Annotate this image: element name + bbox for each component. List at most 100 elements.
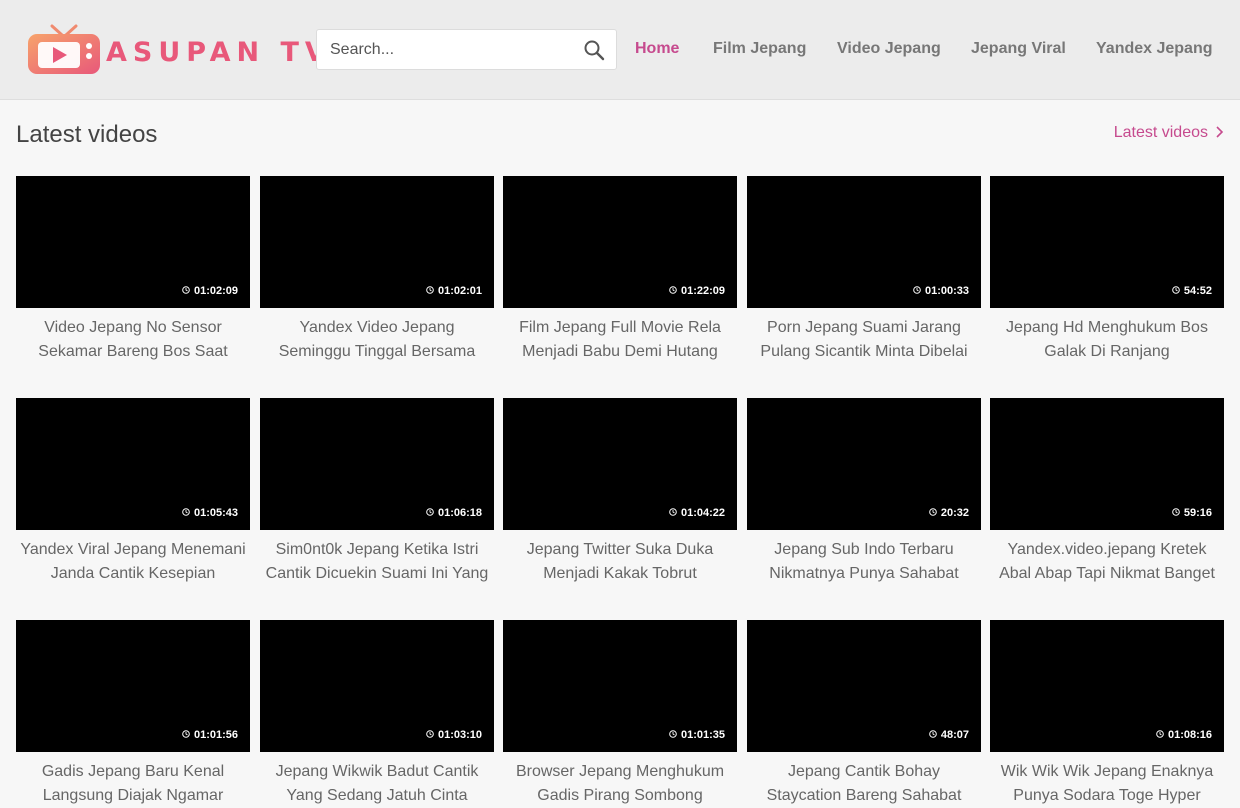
tv-play-icon: [26, 24, 102, 76]
video-title[interactable]: Jepang Cantik Bohay Staycation Bareng Sa…: [747, 760, 981, 808]
clock-icon: [1172, 286, 1180, 296]
duration-text: 54:52: [1183, 285, 1212, 297]
duration-badge: 01:04:22: [669, 507, 725, 519]
clock-icon: [669, 730, 677, 740]
latest-videos-link[interactable]: Latest videos: [1114, 124, 1224, 142]
clock-icon: [182, 730, 190, 740]
duration-text: 59:16: [1183, 507, 1212, 519]
video-title[interactable]: Yandex.video.jepang Kretek Abal Abap Tap…: [990, 538, 1224, 586]
video-thumbnail[interactable]: 59:16: [990, 398, 1224, 530]
video-thumbnail[interactable]: 01:04:22: [503, 398, 737, 530]
video-card[interactable]: 01:01:56 Gadis Jepang Baru Kenal Langsung…: [16, 620, 250, 808]
video-title[interactable]: Gadis Jepang Baru Kenal Langsung Diajak …: [16, 760, 250, 808]
duration-text: 01:01:35: [680, 729, 725, 741]
nav-film-jepang[interactable]: Film Jepang: [713, 40, 806, 58]
video-title[interactable]: Wik Wik Wik Jepang Enaknya Punya Sodara …: [990, 760, 1224, 808]
duration-badge: 48:07: [929, 729, 969, 741]
duration-badge: 01:01:35: [669, 729, 725, 741]
duration-text: 01:05:43: [193, 507, 238, 519]
duration-badge: 01:00:33: [913, 285, 969, 297]
duration-text: 20:32: [940, 507, 969, 519]
duration-badge: 01:02:09: [182, 285, 238, 297]
search-box: [316, 29, 617, 70]
video-thumbnail[interactable]: 01:02:01: [260, 176, 494, 308]
video-card[interactable]: 01:05:43 Yandex Viral Jepang Menemani Jan…: [16, 398, 250, 586]
duration-badge: 01:01:56: [182, 729, 238, 741]
video-card[interactable]: 20:32 Jepang Sub Indo Terbaru Nikmatnya P…: [747, 398, 981, 586]
clock-icon: [426, 286, 434, 296]
video-thumbnail[interactable]: 01:01:35: [503, 620, 737, 752]
chevron-right-icon: [1216, 125, 1224, 141]
video-card[interactable]: 59:16 Yandex.video.jepang Kretek Abal Aba…: [990, 398, 1224, 586]
video-title[interactable]: Jepang Twitter Suka Duka Menjadi Kakak T…: [503, 538, 737, 586]
duration-text: 01:22:09: [680, 285, 725, 297]
video-title[interactable]: Yandex Viral Jepang Menemani Janda Canti…: [16, 538, 250, 586]
video-card[interactable]: 01:04:22 Jepang Twitter Suka Duka Menjadi…: [503, 398, 737, 586]
video-thumbnail[interactable]: 01:08:16: [990, 620, 1224, 752]
clock-icon: [913, 286, 921, 296]
video-title[interactable]: Porn Jepang Suami Jarang Pulang Sicantik…: [747, 316, 981, 364]
video-card[interactable]: 48:07 Jepang Cantik Bohay Staycation Bare…: [747, 620, 981, 808]
video-thumbnail[interactable]: 01:22:09: [503, 176, 737, 308]
video-card[interactable]: 01:08:16 Wik Wik Wik Jepang Enaknya Punya…: [990, 620, 1224, 808]
clock-icon: [426, 730, 434, 740]
clock-icon: [1172, 508, 1180, 518]
duration-text: 01:06:18: [437, 507, 482, 519]
video-card[interactable]: 01:02:09 Video Jepang No Sensor Sekamar B…: [16, 176, 250, 364]
duration-badge: 01:02:01: [426, 285, 482, 297]
search-input[interactable]: [317, 30, 567, 69]
video-card[interactable]: 01:06:18 Sim0nt0k Jepang Ketika Istri Can…: [260, 398, 494, 586]
video-card[interactable]: 01:02:01 Yandex Video Jepang Seminggu Tin…: [260, 176, 494, 364]
video-thumbnail[interactable]: 48:07: [747, 620, 981, 752]
video-title[interactable]: Yandex Video Jepang Seminggu Tinggal Ber…: [260, 316, 494, 364]
video-title[interactable]: Jepang Sub Indo Terbaru Nikmatnya Punya …: [747, 538, 981, 586]
video-title[interactable]: Browser Jepang Menghukum Gadis Pirang So…: [503, 760, 737, 808]
duration-badge: 01:06:18: [426, 507, 482, 519]
nav-video-jepang[interactable]: Video Jepang: [837, 40, 941, 58]
duration-text: 01:04:22: [680, 507, 725, 519]
video-thumbnail[interactable]: 01:03:10: [260, 620, 494, 752]
duration-text: 01:00:33: [924, 285, 969, 297]
duration-text: 01:02:09: [193, 285, 238, 297]
clock-icon: [929, 730, 937, 740]
video-card[interactable]: 01:03:10 Jepang Wikwik Badut Cantik Yang …: [260, 620, 494, 808]
video-thumbnail[interactable]: 01:05:43: [16, 398, 250, 530]
duration-text: 01:03:10: [437, 729, 482, 741]
video-thumbnail[interactable]: 20:32: [747, 398, 981, 530]
video-thumbnail[interactable]: 01:06:18: [260, 398, 494, 530]
video-title[interactable]: Film Jepang Full Movie Rela Menjadi Babu…: [503, 316, 737, 364]
video-thumbnail[interactable]: 01:01:56: [16, 620, 250, 752]
video-title[interactable]: Video Jepang No Sensor Sekamar Bareng Bo…: [16, 316, 250, 364]
site-header: ASUPAN TV Home Film Jepang Video Jepang …: [0, 0, 1240, 100]
clock-icon: [1156, 730, 1164, 740]
clock-icon: [426, 508, 434, 518]
nav-yandex-jepang[interactable]: Yandex Jepang: [1096, 40, 1213, 58]
video-thumbnail[interactable]: 01:00:33: [747, 176, 981, 308]
duration-badge: 01:22:09: [669, 285, 725, 297]
clock-icon: [669, 508, 677, 518]
logo-text: ASUPAN TV: [106, 36, 332, 68]
video-thumbnail[interactable]: 54:52: [990, 176, 1224, 308]
video-card[interactable]: 01:00:33 Porn Jepang Suami Jarang Pulang …: [747, 176, 981, 364]
video-card[interactable]: 54:52 Jepang Hd Menghukum Bos Galak Di Ra…: [990, 176, 1224, 364]
video-card[interactable]: 01:01:35 Browser Jepang Menghukum Gadis P…: [503, 620, 737, 808]
clock-icon: [929, 508, 937, 518]
video-card[interactable]: 01:22:09 Film Jepang Full Movie Rela Menj…: [503, 176, 737, 364]
nav-home[interactable]: Home: [635, 40, 679, 58]
duration-text: 01:01:56: [193, 729, 238, 741]
duration-text: 01:02:01: [437, 285, 482, 297]
video-thumbnail[interactable]: 01:02:09: [16, 176, 250, 308]
site-logo[interactable]: ASUPAN TV: [26, 24, 326, 76]
video-title[interactable]: Sim0nt0k Jepang Ketika Istri Cantik Dicu…: [260, 538, 494, 586]
duration-badge: 01:08:16: [1156, 729, 1212, 741]
clock-icon: [669, 286, 677, 296]
clock-icon: [182, 508, 190, 518]
video-title[interactable]: Jepang Wikwik Badut Cantik Yang Sedang J…: [260, 760, 494, 808]
search-icon[interactable]: [582, 38, 606, 62]
duration-badge: 01:03:10: [426, 729, 482, 741]
latest-videos-link-label: Latest videos: [1113, 124, 1208, 141]
nav-jepang-viral[interactable]: Jepang Viral: [971, 40, 1066, 58]
duration-badge: 01:05:43: [182, 507, 238, 519]
duration-badge: 20:32: [929, 507, 969, 519]
video-title[interactable]: Jepang Hd Menghukum Bos Galak Di Ranjang: [990, 316, 1224, 364]
